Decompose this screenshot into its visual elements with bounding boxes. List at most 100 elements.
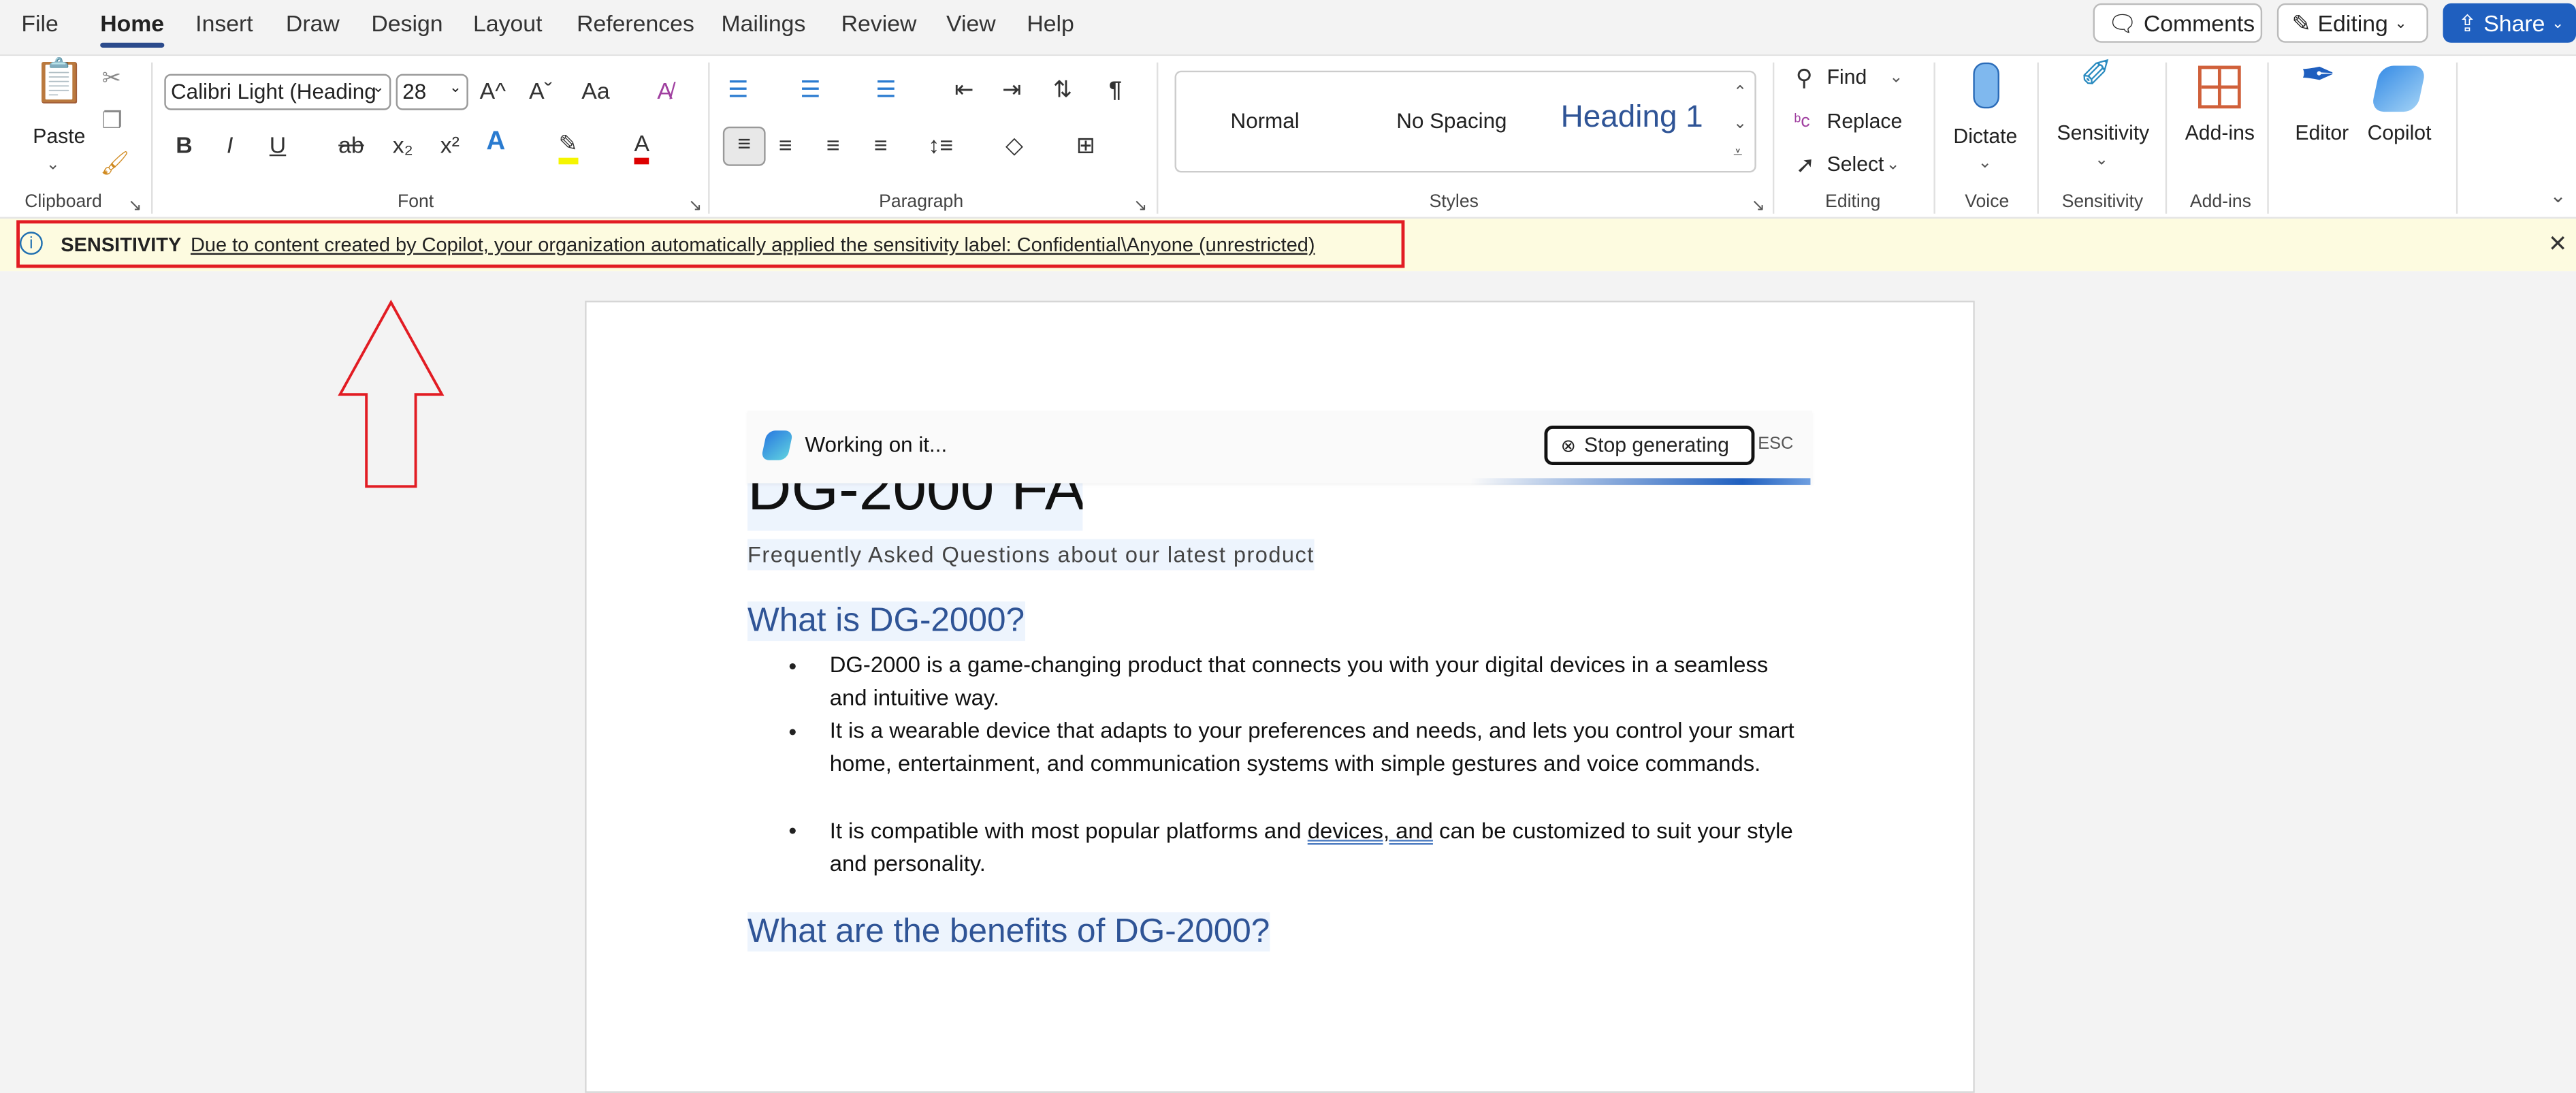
microphone-icon[interactable] xyxy=(1973,62,1999,109)
chevron-down-icon: ⌄ xyxy=(2394,14,2407,31)
strikethrough-button[interactable]: ab xyxy=(338,130,364,159)
justify-icon[interactable]: ≡ xyxy=(874,130,888,159)
paste-icon[interactable]: 📋 xyxy=(33,59,86,102)
voice-group-label: Voice xyxy=(1965,192,2010,212)
editor-button[interactable]: Editor xyxy=(2295,122,2349,145)
more-styles-icon[interactable]: ⩡ xyxy=(1733,140,1743,169)
paste-button[interactable]: Paste xyxy=(33,125,85,148)
copy-icon[interactable]: ❐ xyxy=(102,105,123,134)
chevron-down-icon[interactable]: ⌄ xyxy=(1886,151,1899,180)
shrink-font-button[interactable]: Aˇ xyxy=(529,76,552,105)
style-normal[interactable]: Normal xyxy=(1231,108,1300,133)
stop-generating-button[interactable]: ⊗ Stop generating xyxy=(1544,426,1755,465)
change-case-button[interactable]: Aa xyxy=(581,76,609,105)
underline-button[interactable]: U xyxy=(270,130,286,159)
pencil-icon: ✎ xyxy=(2291,9,2311,35)
tab-mailings[interactable]: Mailings xyxy=(721,10,805,36)
share-button[interactable]: ⇪ Share ⌄ xyxy=(2443,3,2576,43)
add-ins-button[interactable]: Add-ins xyxy=(2185,122,2255,145)
decrease-indent-icon[interactable]: ⇤ xyxy=(954,74,973,104)
replace-icon: ᵇc xyxy=(1794,112,1810,132)
copilot-button[interactable]: Copilot xyxy=(2368,122,2432,145)
dictate-button[interactable]: Dictate xyxy=(1953,125,2017,148)
search-icon: ⚲ xyxy=(1795,64,1813,91)
stop-icon: ⊗ xyxy=(1560,436,1576,456)
sensitivity-button[interactable]: Sensitivity xyxy=(2057,122,2149,145)
tab-references[interactable]: References xyxy=(577,10,694,36)
tab-review[interactable]: Review xyxy=(841,10,917,36)
bold-button[interactable]: B xyxy=(176,130,192,159)
divider xyxy=(2267,62,2269,214)
grow-font-button[interactable]: A^ xyxy=(480,76,506,105)
line-spacing-icon[interactable]: ↕≡ xyxy=(929,130,954,159)
align-right-icon[interactable]: ≡ xyxy=(826,130,840,159)
close-icon[interactable]: ✕ xyxy=(2548,230,2567,258)
font-name-dropdown[interactable]: Calibri Light (Heading ⌄ xyxy=(164,74,391,110)
annotation-arrow-up-icon xyxy=(338,300,445,488)
superscript-button[interactable]: x² xyxy=(440,130,460,159)
tab-draw[interactable]: Draw xyxy=(286,10,340,36)
divider xyxy=(2456,62,2458,214)
cut-icon[interactable]: ✂ xyxy=(102,63,121,92)
style-heading-1[interactable]: Heading 1 xyxy=(1561,100,1703,136)
divider xyxy=(2165,62,2168,214)
tab-design[interactable]: Design xyxy=(371,10,442,36)
sensitivity-icon[interactable]: ✐ xyxy=(2080,55,2113,95)
comments-button[interactable]: 🗨 Comments xyxy=(2093,3,2263,43)
italic-button[interactable]: I xyxy=(227,130,233,159)
show-formatting-icon[interactable]: ¶ xyxy=(1109,74,1122,104)
find-button[interactable]: Find xyxy=(1827,66,1867,89)
dialog-launcher-icon[interactable]: ↘ xyxy=(688,192,702,221)
stop-generating-label: Stop generating xyxy=(1583,434,1729,457)
collapse-ribbon-icon[interactable]: ⌄ xyxy=(2549,180,2566,210)
document-subtitle: Frequently Asked Questions about our lat… xyxy=(747,539,1315,571)
ribbon: 📋 Paste ⌄ ✂ ❐ 🖌 Clipboard ↘ Calibri Ligh… xyxy=(0,52,2576,221)
tab-view[interactable]: View xyxy=(946,10,996,36)
tab-file[interactable]: File xyxy=(21,10,58,36)
tab-home[interactable]: Home xyxy=(100,10,164,48)
tab-insert[interactable]: Insert xyxy=(195,10,253,36)
editing-mode-button[interactable]: ✎ Editing ⌄ xyxy=(2276,3,2428,43)
increase-indent-icon[interactable]: ⇥ xyxy=(1002,74,1021,104)
align-left-icon[interactable]: ≡ xyxy=(722,126,766,166)
numbering-icon[interactable]: ☰ xyxy=(800,74,820,104)
tab-layout[interactable]: Layout xyxy=(473,10,542,36)
font-size-dropdown[interactable]: 28 ⌄ xyxy=(396,74,468,110)
borders-icon[interactable]: ⊞ xyxy=(1076,130,1095,159)
style-no-spacing[interactable]: No Spacing xyxy=(1396,108,1507,133)
sort-icon[interactable]: ⇅ xyxy=(1053,74,1072,104)
editor-icon[interactable]: ✒ xyxy=(2300,52,2336,95)
format-painter-icon[interactable]: 🖌 xyxy=(100,148,129,177)
chevron-down-icon[interactable]: ⌄ xyxy=(1978,150,1992,179)
text-effects-icon[interactable]: A xyxy=(486,128,505,157)
heading-what-is: What is DG-2000? xyxy=(747,601,1025,641)
dialog-launcher-icon[interactable]: ↘ xyxy=(1133,192,1147,221)
select-button[interactable]: Select xyxy=(1827,153,1884,176)
bullet-icon: • xyxy=(788,652,797,679)
scroll-up-icon[interactable]: ⌃ xyxy=(1733,79,1747,108)
highlight-icon[interactable]: ✎ xyxy=(558,128,578,165)
multilevel-list-icon[interactable]: ☰ xyxy=(875,74,896,104)
chevron-down-icon[interactable]: ⌄ xyxy=(46,151,60,180)
dialog-launcher-icon[interactable]: ↘ xyxy=(128,192,142,221)
dialog-launcher-icon[interactable]: ↘ xyxy=(1752,192,1765,221)
scroll-down-icon[interactable]: ⌄ xyxy=(1733,110,1747,140)
subscript-button[interactable]: x₂ xyxy=(393,130,413,159)
chevron-down-icon[interactable]: ⌄ xyxy=(1889,64,1903,93)
font-color-icon[interactable]: A xyxy=(634,128,650,165)
tab-help[interactable]: Help xyxy=(1027,10,1074,36)
styles-group-label: Styles xyxy=(1429,192,1479,212)
bullet-item: DG-2000 is a game-changing product that … xyxy=(829,652,1769,711)
add-ins-icon[interactable] xyxy=(2197,65,2241,109)
grammar-flagged-text[interactable]: devices, and xyxy=(1308,819,1433,843)
comments-label: Comments xyxy=(2143,10,2255,37)
bullets-icon[interactable]: ☰ xyxy=(728,74,748,104)
copilot-icon[interactable] xyxy=(2370,65,2427,112)
align-center-icon[interactable]: ≡ xyxy=(779,130,792,159)
replace-button[interactable]: Replace xyxy=(1827,110,1903,133)
font-group-label: Font xyxy=(398,192,434,212)
copilot-progress-bar: Working on it... ⊗ Stop generating ESC xyxy=(747,411,1812,485)
chevron-down-icon[interactable]: ⌄ xyxy=(2095,146,2108,176)
shading-icon[interactable]: ◇ xyxy=(1005,130,1023,159)
clear-formatting-icon[interactable]: A̸ xyxy=(657,76,673,105)
